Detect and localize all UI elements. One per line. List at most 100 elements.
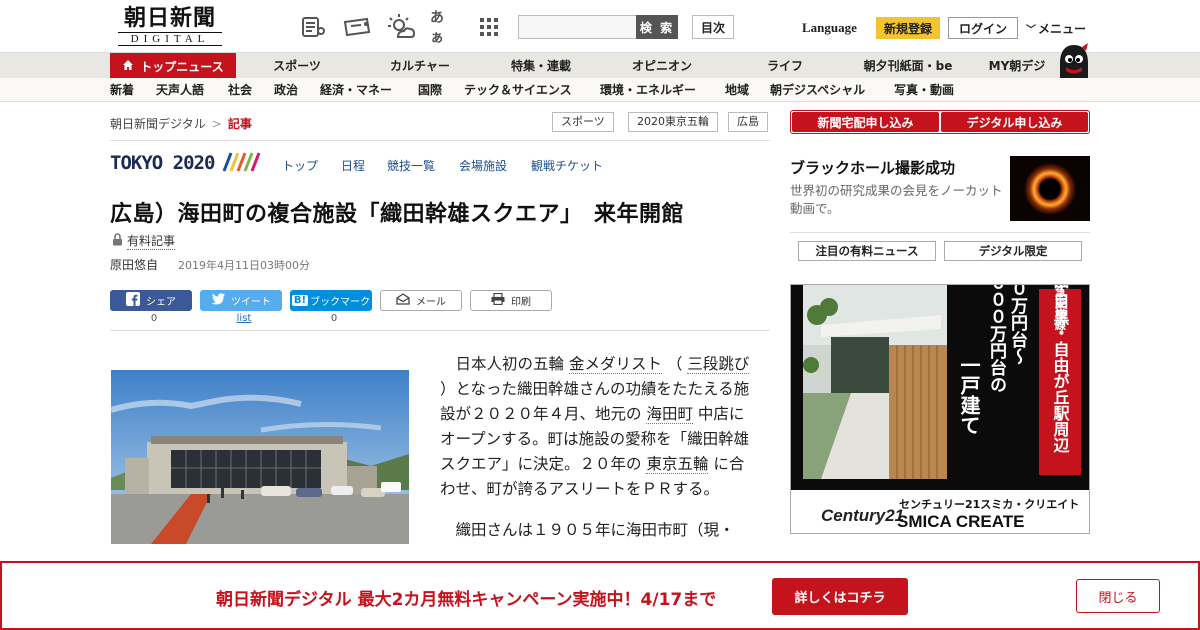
- tokyo2020-stripes-icon: [222, 151, 262, 176]
- divider: [790, 232, 1090, 233]
- nav2-item-society[interactable]: 社会: [228, 78, 252, 102]
- twitter-share-button[interactable]: ツイート: [200, 290, 282, 311]
- article-author: 原田悠自: [110, 258, 159, 272]
- twitter-list-link[interactable]: list: [203, 313, 285, 324]
- language-link[interactable]: Language: [802, 20, 857, 36]
- nav-item-opinion[interactable]: オピニオン: [620, 53, 704, 79]
- feature-title[interactable]: ブラックホール撮影成功: [790, 157, 955, 178]
- tokyo-nav-top[interactable]: トップ: [282, 157, 318, 174]
- menu-label: メニュー: [1038, 22, 1087, 36]
- nav2-item-politics[interactable]: 政治: [274, 78, 298, 102]
- advertisement[interactable]: 東急東横線 中目黒・自由が丘駅周辺 ４０００万円台～ ６０００万円台の 一戸建て…: [790, 284, 1090, 534]
- font-size-icon[interactable]: あぁ: [430, 10, 456, 46]
- mail-icon: [396, 293, 410, 308]
- grid-menu-icon[interactable]: [476, 14, 502, 40]
- logo-sub: DIGITAL: [118, 32, 222, 46]
- search-input[interactable]: [518, 15, 636, 39]
- logo-main: 朝日新聞: [123, 5, 216, 31]
- ad-price-2: ６０００万円台の: [986, 285, 1008, 393]
- nav2-item-tech[interactable]: テック＆サイエンス: [464, 78, 572, 102]
- nav-item-features[interactable]: 特集・連載: [500, 53, 582, 79]
- breadcrumb-separator: >: [211, 117, 222, 131]
- nav2-item-new[interactable]: 新着: [110, 78, 134, 102]
- subscribe-buttons: 新聞宅配申し込み デジタル申し込み: [790, 110, 1090, 134]
- breadcrumb-current: 記事: [227, 117, 252, 131]
- hatena-bookmark-button[interactable]: B! ブックマーク: [290, 290, 372, 311]
- coupon-icon[interactable]: [342, 14, 372, 40]
- nav2-item-photo[interactable]: 写真・動画: [894, 78, 954, 102]
- paid-article-label[interactable]: 有料記事: [112, 232, 176, 250]
- nav2-item-economy[interactable]: 経済・マネー: [320, 78, 392, 102]
- campaign-banner: 朝日新聞デジタル 最大2カ月無料キャンペーン実施中！4/17まで 詳しくはコチラ…: [0, 561, 1200, 630]
- nav2-item-tensei[interactable]: 天声人語: [156, 78, 204, 102]
- link-tokyo-olympics[interactable]: 東京五輪: [646, 455, 709, 474]
- divider: [110, 140, 770, 141]
- nav-top-news-label: トップニュース: [140, 59, 224, 74]
- article-photo[interactable]: [111, 370, 409, 544]
- home-icon: [122, 59, 134, 74]
- tokyo-nav-schedule[interactable]: 日程: [341, 157, 365, 174]
- ad-brand-logo: Century21: [821, 506, 904, 525]
- nav-item-sports[interactable]: スポーツ: [258, 53, 336, 79]
- link-gold-medalist[interactable]: 金メダリスト: [568, 355, 662, 374]
- nav2-item-environment[interactable]: 環境・エネルギー: [600, 78, 696, 102]
- tag-tokyo2020[interactable]: 2020東京五輪: [628, 112, 718, 132]
- mascot-icon[interactable]: [1056, 43, 1092, 79]
- tag-sports[interactable]: スポーツ: [552, 112, 614, 132]
- campaign-details-button[interactable]: 詳しくはコチラ: [772, 578, 908, 615]
- black-hole-image[interactable]: [1010, 156, 1090, 221]
- tokyo2020-logo[interactable]: TOKYO 2020: [110, 150, 262, 176]
- article-paragraph: 日本人初の五輪 金メダリスト （ 三段跳び ）となった織田幹雄さんの功績をたたえ…: [440, 352, 750, 502]
- breadcrumb-home[interactable]: 朝日新聞デジタル: [110, 117, 206, 131]
- twitter-icon: [211, 293, 225, 308]
- tokyo-nav-venues[interactable]: 会場施設: [459, 157, 507, 174]
- register-button[interactable]: 新規登録: [876, 17, 940, 39]
- ad-station: 中目黒・自由が丘駅周辺: [1051, 285, 1071, 453]
- print-label: 印刷: [511, 297, 531, 308]
- article-headline: 広島）海田町の複合施設「織田幹雄スクエア」 来年開館: [110, 202, 685, 227]
- nav2-item-special[interactable]: 朝デジスペシャル: [770, 78, 865, 102]
- newspaper-icon[interactable]: [300, 14, 326, 40]
- body-text: 日本人初の五輪: [455, 355, 565, 373]
- hatena-icon: B!: [291, 295, 309, 306]
- tokyo-nav-events[interactable]: 競技一覧: [387, 157, 435, 174]
- mail-share-button[interactable]: メール: [380, 290, 462, 311]
- chevron-down-icon: ﹀: [1026, 25, 1036, 36]
- nav2-item-region[interactable]: 地域: [725, 78, 749, 102]
- campaign-text: 朝日新聞デジタル 最大2カ月無料キャンペーン実施中！4/17まで: [216, 590, 717, 610]
- newspaper-subscribe-button[interactable]: 新聞宅配申し込み: [792, 112, 939, 132]
- print-button[interactable]: 印刷: [470, 290, 552, 311]
- feature-description: 世界初の研究成果の会見をノーカット動画で。: [790, 183, 1003, 216]
- weather-icon[interactable]: [386, 14, 416, 40]
- site-header: 朝日新聞 DIGITAL あぁ 検 索 目次 Language 新規登録 ログイ…: [0, 0, 1200, 52]
- facebook-share-button[interactable]: シェア: [110, 290, 192, 311]
- article-paragraph: 織田さんは１９０５年に海田市町（現・: [455, 521, 735, 539]
- tab-digital-only[interactable]: デジタル限定: [944, 241, 1082, 261]
- login-button[interactable]: ログイン: [948, 17, 1018, 39]
- digital-subscribe-button[interactable]: デジタル申し込み: [941, 112, 1088, 132]
- ad-company-en: SMICA CREATE: [897, 512, 1025, 531]
- site-logo[interactable]: 朝日新聞 DIGITAL: [112, 6, 228, 48]
- tab-paid-news[interactable]: 注目の有料ニュース: [798, 241, 936, 261]
- ad-company-jp: センチュリー21スミカ・クリエイト: [899, 498, 1079, 511]
- facebook-share-count: 0: [150, 313, 158, 324]
- tag-hiroshima[interactable]: 広島: [728, 112, 768, 132]
- nav-item-life[interactable]: ライフ: [756, 53, 814, 79]
- link-kaita-town[interactable]: 海田町: [646, 405, 693, 424]
- nav-top-news[interactable]: トップニュース: [110, 53, 236, 79]
- search-button[interactable]: 検 索: [636, 15, 678, 39]
- toc-button[interactable]: 目次: [692, 15, 734, 39]
- menu-button[interactable]: ﹀ メニュー: [1026, 20, 1086, 37]
- nav2-item-international[interactable]: 国際: [418, 78, 442, 102]
- paid-article-text: 有料記事: [127, 234, 176, 250]
- link-triple-jump[interactable]: 三段跳び: [687, 355, 750, 374]
- nav-item-paper[interactable]: 朝夕刊紙面・be: [852, 53, 964, 79]
- secondary-nav: 新着 天声人語 社会 政治 経済・マネー 国際 テック＆サイエンス 環境・エネル…: [0, 78, 1200, 102]
- nav-item-my[interactable]: MY朝デジ: [982, 53, 1052, 79]
- close-banner-button[interactable]: 閉じる: [1076, 579, 1160, 613]
- tokyo-nav-tickets[interactable]: 観戦チケット: [531, 157, 603, 174]
- divider: [110, 330, 770, 331]
- nav-item-culture[interactable]: カルチャー: [378, 53, 462, 79]
- breadcrumb: 朝日新聞デジタル > 記事: [110, 115, 252, 132]
- ad-price-1: ４０００万円台～: [1007, 285, 1029, 365]
